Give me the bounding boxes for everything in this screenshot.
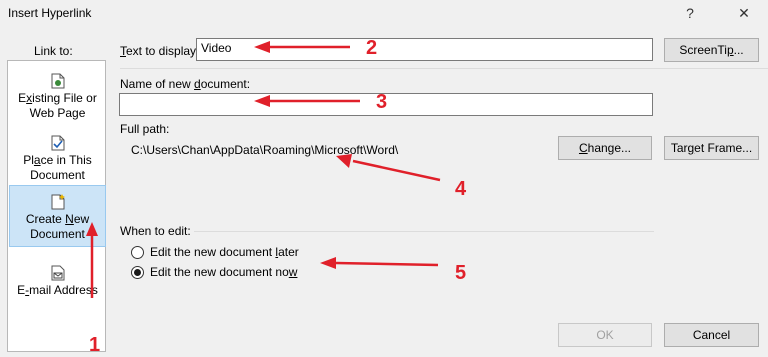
link-to-label: Link to: [34,44,73,58]
change-button[interactable]: Change... [558,136,652,160]
annotation-number-3: 3 [376,91,388,113]
email-icon [51,265,64,281]
separator [120,68,768,69]
radio-edit-now-label: Edit the new document now [150,265,298,279]
radio-edit-later-label: Edit the new document later [150,245,299,259]
close-button[interactable]: ✕ [730,2,758,24]
annotation-arrow-4 [352,159,441,182]
sidebar-item-create-new-document[interactable]: Create New Document [9,185,106,247]
full-path-value: C:\Users\Chan\AppData\Roaming\Microsoft\… [131,143,399,157]
annotation-arrow-5 [335,261,439,267]
file-globe-icon [51,73,64,89]
sidebar-item-existing-file[interactable]: Existing File or Web Page [9,67,106,125]
sidebar-item-place-in-document[interactable]: Place in This Document [9,129,106,187]
window-title: Insert Hyperlink [8,6,92,20]
radio-edit-now[interactable]: Edit the new document now [131,265,297,279]
radio-edit-later[interactable]: Edit the new document later [131,245,299,259]
when-to-edit-separator [194,231,654,232]
radio-edit-now-circle[interactable] [131,265,144,279]
full-path-label: Full path: [120,122,170,136]
cancel-button[interactable]: Cancel [664,323,759,347]
document-place-icon [51,135,64,151]
annotation-number-2: 2 [366,37,378,59]
annotation-arrowhead-5 [320,257,336,269]
when-to-edit-label: When to edit: [120,224,191,238]
screentip-button[interactable]: ScreenTi p... [664,38,759,62]
new-document-name-label: Name of new document: [120,77,251,91]
text-to-display-input[interactable]: Video [196,38,653,61]
help-button[interactable]: ? [676,2,704,24]
radio-edit-later-circle[interactable] [131,245,144,259]
link-to-sidebar: Existing File or Web Page Place in This … [7,60,106,352]
annotation-number-5: 5 [455,262,467,284]
ok-button[interactable]: OK [558,323,652,347]
target-frame-button[interactable]: Tar g et Frame... [664,136,759,160]
new-document-icon [51,194,65,210]
text-to-display-label: Text to display: [120,44,200,58]
annotation-number-1: 1 [89,334,101,356]
sidebar-item-email-address[interactable]: E-mail Address [9,259,106,299]
annotation-number-4: 4 [455,178,467,200]
